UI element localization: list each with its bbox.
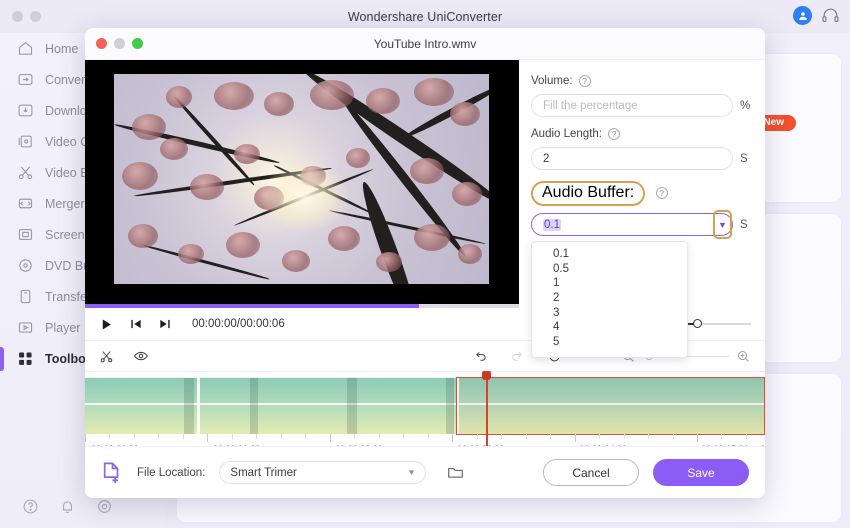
dropdown-option[interactable]: 4 [532, 320, 687, 335]
chevron-down-icon: ▼ [407, 468, 416, 477]
video-frame [114, 74, 489, 284]
dialog-footer: File Location: Smart Trimer ▼ Cancel Sav… [85, 446, 765, 498]
zoom-in-icon[interactable] [736, 349, 751, 364]
chevron-down-icon: ▼ [718, 219, 727, 230]
home-icon [17, 40, 34, 57]
timeline-selection[interactable] [456, 377, 765, 435]
dropdown-option[interactable]: 0.1 [532, 247, 687, 262]
file-location-value: Smart Trimer [230, 466, 297, 479]
file-location-label: File Location: [137, 466, 206, 479]
play-button[interactable] [99, 317, 114, 332]
save-button[interactable]: Save [653, 459, 749, 486]
audio-buffer-label-highlight: Audio Buffer: [531, 181, 646, 206]
folder-browse-icon[interactable] [447, 465, 464, 480]
audio-buffer-label-row: Audio Buffer: ? [531, 181, 749, 206]
merger-icon [17, 195, 34, 212]
sidebar-item-label: Home [45, 41, 79, 56]
help-icon[interactable]: ? [655, 187, 668, 200]
audio-length-label: Audio Length: [531, 128, 602, 140]
player-icon [17, 319, 34, 336]
file-location-select[interactable]: Smart Trimer ▼ [219, 461, 427, 484]
dropdown-option[interactable]: 1 [532, 276, 687, 291]
cut-icon[interactable] [99, 349, 114, 364]
dialog-titlebar: YouTube Intro.wmv [85, 28, 765, 60]
sidebar-item-label: Player [45, 320, 81, 335]
preview-eye-icon[interactable] [133, 348, 149, 364]
audio-buffer-unit: S [740, 218, 748, 231]
converter-icon [17, 71, 34, 88]
dropdown-option[interactable]: 2 [532, 291, 687, 306]
dropdown-option[interactable]: 3 [532, 306, 687, 321]
audio-buffer-dropdown[interactable]: 0.1 0.5 1 2 3 4 5 [531, 241, 688, 358]
redo-icon[interactable] [510, 349, 525, 364]
settings-icon[interactable] [96, 498, 113, 520]
add-file-icon[interactable] [101, 461, 123, 485]
video-preview[interactable] [85, 60, 519, 308]
audio-buffer-select[interactable]: 0.1 [531, 213, 733, 236]
toolbox-icon [17, 350, 34, 367]
dialog-title: YouTube Intro.wmv [373, 36, 477, 51]
app-title: Wondershare UniConverter [347, 9, 503, 24]
screen-recorder-icon [17, 226, 34, 243]
audio-buffer-label: Audio Buffer: [542, 184, 635, 201]
volume-field-group: Volume: ? Fill the percentage % [531, 75, 751, 117]
account-avatar-icon[interactable] [793, 6, 812, 25]
audio-length-field-group: Audio Length: ? 2 S [531, 128, 749, 170]
previous-frame-button[interactable] [129, 317, 143, 331]
dvd-burner-icon [17, 257, 34, 274]
audio-length-unit: S [740, 152, 748, 165]
audio-length-label-row: Audio Length: ? [531, 128, 749, 140]
downloader-icon [17, 102, 34, 119]
dropdown-option[interactable]: 0.5 [532, 262, 687, 277]
volume-label-row: Volume: ? [531, 75, 749, 87]
playhead-handle-icon[interactable] [482, 371, 492, 380]
cancel-button[interactable]: Cancel [543, 459, 639, 486]
audio-buffer-caret-highlight[interactable]: ▼ [713, 210, 732, 239]
trim-dialog: YouTube Intro.wmv Volume: ? Fill the per… [85, 28, 765, 498]
volume-unit: % [740, 99, 751, 112]
help-icon[interactable] [22, 498, 39, 520]
video-editor-icon [17, 164, 34, 181]
help-icon[interactable]: ? [578, 75, 591, 87]
next-frame-button[interactable] [158, 317, 172, 331]
audio-buffer-field-group: Audio Buffer: ? 0.1 ▼ 0.1 0.5 1 2 3 4 5 … [531, 181, 749, 358]
transfer-icon [17, 288, 34, 305]
undo-icon[interactable] [473, 349, 488, 364]
audio-length-input[interactable]: 2 [531, 147, 733, 170]
time-display: 00:00:00/00:00:06 [192, 318, 285, 330]
audio-buffer-value: 0.1 [543, 218, 561, 231]
video-progress-bar[interactable] [85, 304, 519, 308]
volume-label: Volume: [531, 75, 573, 87]
sidebar-item-label: Merger [45, 196, 85, 211]
audio-settings-panel: Volume: ? Fill the percentage % Audio Le… [519, 60, 765, 358]
dropdown-option[interactable]: 5 [532, 335, 687, 350]
video-compressor-icon [17, 133, 34, 150]
notification-bell-icon[interactable] [59, 498, 76, 520]
help-icon[interactable]: ? [607, 128, 620, 140]
headset-support-icon[interactable] [821, 6, 840, 25]
volume-input[interactable]: Fill the percentage [531, 94, 733, 117]
